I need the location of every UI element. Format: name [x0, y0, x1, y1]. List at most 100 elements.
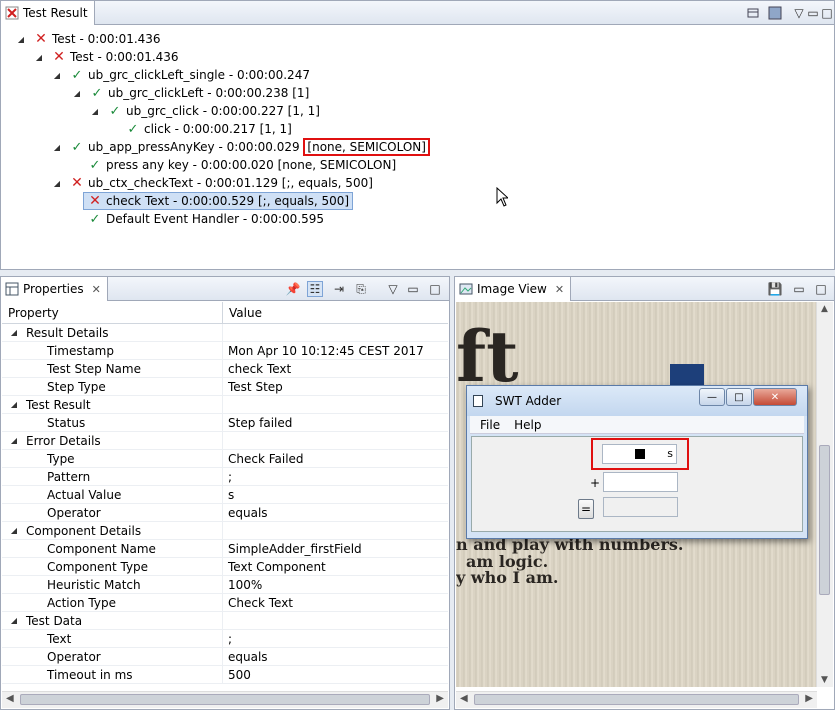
expand-icon[interactable]: ◢ [8, 616, 20, 625]
property-value: ; [228, 632, 233, 646]
property-row[interactable]: Timeout in ms 500 [2, 666, 448, 684]
property-group-row[interactable]: ◢ Test Result [2, 396, 448, 414]
expand-icon[interactable]: ◢ [8, 526, 20, 535]
scroll-up-icon[interactable]: ▲ [821, 304, 828, 314]
expand-icon[interactable]: ◢ [51, 179, 63, 188]
view-minimize-icon[interactable]: ▭ [405, 281, 421, 297]
property-name: Type [47, 451, 75, 466]
property-row[interactable]: Pattern; [2, 468, 448, 486]
view-maximize-icon[interactable]: □ [427, 281, 443, 297]
tree-row[interactable]: ◢ ✓ ub_grc_clickLeft_single - 0:00:00.247 [51, 66, 310, 84]
property-row[interactable]: Actual Value s [2, 486, 448, 504]
tab-properties[interactable]: Properties ✕ [1, 277, 108, 301]
restore-default-icon[interactable]: ⎘ [353, 281, 369, 297]
expand-icon[interactable]: ◢ [51, 71, 63, 80]
property-group-row[interactable]: ◢ Result Details [2, 324, 448, 342]
expand-icon[interactable]: ◢ [89, 107, 101, 116]
view-maximize-icon[interactable]: □ [813, 281, 829, 297]
property-name: Operator [47, 649, 101, 664]
window-title: SWT Adder [495, 394, 562, 408]
expand-icon[interactable]: ◢ [51, 143, 63, 152]
expand-icon[interactable]: ◢ [8, 400, 20, 409]
filter-icon[interactable]: ⇥ [331, 281, 347, 297]
expand-icon[interactable]: ◢ [33, 53, 45, 62]
tree-row[interactable]: ✓ Default Event Handler - 0:00:00.595 [87, 210, 325, 228]
value-column-header[interactable]: Value [223, 302, 262, 323]
scroll-thumb[interactable] [20, 694, 430, 705]
categories-icon[interactable]: ☷ [307, 281, 323, 297]
pin-icon[interactable]: 📌 [285, 281, 301, 297]
horizontal-scrollbar[interactable]: ◀ ▶ [2, 691, 448, 708]
property-row[interactable]: Operator equals [2, 504, 448, 522]
window-close-button[interactable]: ✕ [753, 388, 797, 406]
property-row[interactable]: Action Type Check Text [2, 594, 448, 612]
tree-row[interactable]: ✓ click - 0:00:00.217 [1, 1] [125, 120, 292, 138]
scroll-right-icon[interactable]: ▶ [805, 693, 813, 704]
expand-icon[interactable]: ◢ [8, 436, 20, 445]
tab-test-result[interactable]: Test Result [1, 1, 95, 25]
tab-properties-label: Properties [23, 282, 84, 296]
property-group-row[interactable]: ◢ Component Details [2, 522, 448, 540]
property-name: Component Type [47, 559, 149, 574]
property-group-value [223, 522, 228, 539]
property-value: 100% [228, 578, 263, 592]
scroll-right-icon[interactable]: ▶ [436, 693, 444, 704]
property-name: Timeout in ms [47, 667, 133, 682]
expand-icon[interactable]: ◢ [8, 328, 20, 337]
scroll-left-icon[interactable]: ◀ [6, 693, 14, 704]
window-maximize-button[interactable]: □ [726, 388, 752, 406]
property-row[interactable]: Type Check Failed [2, 450, 448, 468]
tree-row[interactable]: ✓ press any key - 0:00:00.020 [none, SEMI… [87, 156, 397, 174]
save-icon[interactable]: 💾 [767, 281, 783, 297]
property-row[interactable]: Component Name SimpleAdder_firstField [2, 540, 448, 558]
property-name-cell: Text [2, 630, 223, 647]
view-minimize-icon[interactable]: ▭ [791, 281, 807, 297]
scroll-down-icon[interactable]: ▼ [821, 675, 828, 685]
menu-help[interactable]: Help [514, 418, 541, 432]
property-row[interactable]: Heuristic Match 100% [2, 576, 448, 594]
close-icon[interactable]: ✕ [555, 283, 564, 296]
property-column-header[interactable]: Property [2, 302, 223, 323]
property-row[interactable]: Timestamp Mon Apr 10 10:12:45 CEST 2017 [2, 342, 448, 360]
scroll-left-icon[interactable]: ◀ [460, 693, 468, 704]
second-number-field[interactable] [603, 472, 678, 492]
scroll-thumb[interactable] [819, 445, 830, 595]
view-menu-icon[interactable]: ▽ [385, 281, 401, 297]
pass-icon: ✓ [71, 139, 83, 155]
window-minimize-button[interactable]: — [699, 388, 725, 406]
pass-icon: ✓ [89, 211, 101, 227]
menu-file[interactable]: File [480, 418, 500, 432]
vertical-scrollbar[interactable]: ▲ ▼ [816, 302, 833, 687]
tree-row-selected[interactable]: ✕ check Text - 0:00:00.529 [;, equals, 50… [83, 192, 354, 210]
property-name-cell: Actual Value [2, 486, 223, 503]
tree-row[interactable]: ◢ ✓ ub_grc_click - 0:00:00.227 [1, 1] [89, 102, 320, 120]
tree-row[interactable]: ◢ ✕ Test - 0:00:01.436 [15, 30, 161, 48]
app-icon [473, 395, 483, 407]
property-group-cell: ◢ Test Result [2, 396, 223, 413]
minimize-icon[interactable] [745, 5, 761, 21]
tab-image-view[interactable]: Image View ✕ [455, 277, 572, 301]
expand-icon[interactable]: ◢ [15, 35, 27, 44]
property-row[interactable]: Text; [2, 630, 448, 648]
view-maximize-icon[interactable]: □ [819, 5, 835, 21]
horizontal-scrollbar[interactable]: ◀ ▶ [456, 691, 817, 708]
tree-row[interactable]: ◢ ✓ ub_grc_clickLeft - 0:00:00.238 [1] [71, 84, 309, 102]
maximize-icon[interactable] [767, 5, 783, 21]
scroll-thumb[interactable] [474, 694, 799, 705]
close-icon[interactable]: ✕ [92, 283, 101, 296]
property-name-cell: Component Name [2, 540, 223, 557]
tree-row[interactable]: ◢ ✕ Test - 0:00:01.436 [33, 48, 179, 66]
image-view-tabbar: Image View ✕ 💾 ▭ □ [455, 277, 834, 301]
equals-button[interactable]: = [578, 499, 594, 519]
property-row[interactable]: Operator equals [2, 648, 448, 666]
tree-label: ub_grc_clickLeft_single - 0:00:00.247 [88, 68, 310, 82]
property-group-row[interactable]: ◢ Error Details [2, 432, 448, 450]
tree-row[interactable]: ◢ ✓ ub_app_pressAnyKey - 0:00:00.029 [none… [51, 138, 430, 156]
property-group-row[interactable]: ◢ Test Data [2, 612, 448, 630]
tree-row[interactable]: ◢ ✕ ub_ctx_checkText - 0:00:01.129 [;, equ… [51, 174, 373, 192]
property-row[interactable]: Component Type Text Component [2, 558, 448, 576]
property-row[interactable]: Test Step Name check Text [2, 360, 448, 378]
expand-icon[interactable]: ◢ [71, 89, 83, 98]
property-row[interactable]: Status Step failed [2, 414, 448, 432]
property-row[interactable]: Step Type Test Step [2, 378, 448, 396]
